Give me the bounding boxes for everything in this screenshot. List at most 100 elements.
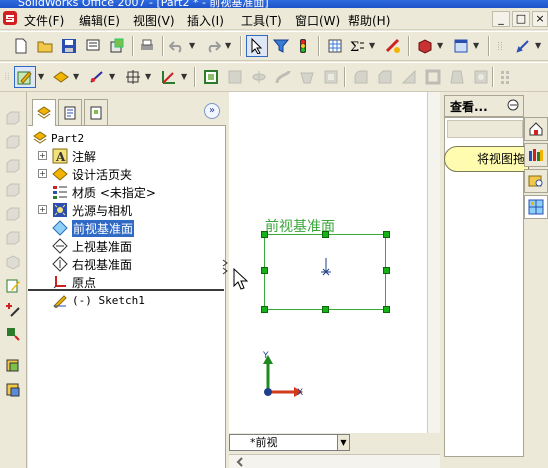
tab-design-library[interactable] [524, 143, 548, 167]
reference-geometry-icon[interactable] [158, 66, 180, 88]
sketch-dropdown-icon[interactable]: ▼ [38, 66, 46, 88]
tree-item-top-plane[interactable]: 上视基准面 [28, 237, 224, 255]
new-document-icon[interactable] [10, 35, 32, 57]
graphics-horizontal-scrollbar[interactable] [229, 454, 440, 468]
menu-help[interactable]: 帮助(H) [348, 12, 390, 29]
line-dropdown-icon[interactable]: ▼ [109, 66, 117, 88]
equations-icon[interactable]: Σ [346, 35, 368, 57]
plane-handle[interactable] [261, 306, 268, 313]
revolved-boss-icon[interactable] [248, 66, 270, 88]
line-tool-icon[interactable] [86, 66, 108, 88]
relations-dropdown-icon[interactable]: ▼ [145, 66, 153, 88]
task-pane-field[interactable] [447, 120, 523, 138]
menu-edit[interactable]: 编辑(E) [79, 12, 120, 29]
extruded-boss-icon[interactable] [224, 66, 246, 88]
reference-dropdown-icon[interactable]: ▼ [181, 66, 189, 88]
front-view-icon[interactable] [3, 108, 23, 128]
menu-window[interactable]: 窗口(W) [295, 12, 340, 29]
expand-toggle-icon[interactable]: + [38, 151, 47, 160]
collapse-panel-button[interactable]: » [204, 103, 220, 119]
photoworks-icon[interactable] [382, 35, 404, 57]
expand-toggle-icon[interactable]: + [38, 205, 47, 214]
display-style-dropdown-icon[interactable]: ▼ [473, 35, 481, 57]
smart-dimension-icon[interactable] [50, 66, 72, 88]
pin-icon[interactable] [506, 98, 520, 112]
view-palette-button[interactable]: 将视图拖 [444, 146, 529, 172]
toolbar-grip-icon[interactable] [494, 35, 506, 57]
back-view-icon[interactable] [3, 132, 23, 152]
undo-dropdown-icon[interactable]: ▼ [189, 35, 197, 57]
plane-handle[interactable] [383, 267, 390, 274]
tab-property-manager[interactable] [58, 99, 82, 125]
appearance-icon[interactable] [414, 35, 436, 57]
scroll-left-icon[interactable] [235, 457, 245, 467]
zoom-area-icon[interactable] [3, 380, 23, 400]
cut-extrude-icon[interactable] [320, 66, 342, 88]
tree-item-right-plane[interactable]: 右视基准面 [28, 255, 224, 273]
relations-icon[interactable] [122, 66, 144, 88]
tree-item-design-binder[interactable]: + 设计活页夹 [28, 165, 224, 183]
plane-handle[interactable] [383, 306, 390, 313]
plane-handle[interactable] [383, 231, 390, 238]
tree-item-material[interactable]: 材质 <未指定> [28, 183, 224, 201]
plane-handle[interactable] [322, 306, 329, 313]
close-button[interactable]: × [532, 11, 548, 27]
tree-item-front-plane[interactable]: 前视基准面 [28, 219, 224, 237]
tab-configuration-manager[interactable] [84, 99, 108, 125]
measure-dropdown-icon[interactable]: ▼ [535, 35, 543, 57]
select-filter-icon[interactable] [270, 35, 292, 57]
tree-root-part[interactable]: Part2 [28, 129, 224, 147]
rib-icon[interactable] [398, 66, 420, 88]
restore-button[interactable]: □ [512, 11, 530, 27]
options-icon[interactable] [324, 35, 346, 57]
menu-view[interactable]: 视图(V) [133, 12, 175, 29]
view-tab-dropdown-icon[interactable]: ▼ [337, 434, 350, 451]
shell-icon[interactable] [422, 66, 444, 88]
tree-item-annotations[interactable]: + A 注解 [28, 147, 224, 165]
redo-icon[interactable] [202, 35, 224, 57]
menu-insert[interactable]: 插入(I) [187, 12, 224, 29]
display-style-icon[interactable] [450, 35, 472, 57]
appearance-dropdown-icon[interactable]: ▼ [437, 35, 445, 57]
measure-icon[interactable] [512, 35, 534, 57]
plane-handle[interactable] [322, 231, 329, 238]
tab-view-palette[interactable] [524, 195, 548, 219]
left-view-icon[interactable] [3, 156, 23, 176]
plane-handle[interactable] [261, 231, 268, 238]
graphics-vertical-scrollbar[interactable] [427, 92, 440, 452]
add-relation-icon[interactable] [3, 300, 23, 320]
print-preview-icon[interactable] [82, 35, 104, 57]
display-relations-icon[interactable] [3, 324, 23, 344]
view-tab[interactable]: *前视 [229, 434, 349, 451]
dimension-dropdown-icon[interactable]: ▼ [73, 66, 81, 88]
panel-splitter-grip-icon[interactable] [222, 258, 228, 280]
chamfer-icon[interactable] [374, 66, 396, 88]
menu-tools[interactable]: 工具(T) [241, 12, 282, 29]
tab-resources[interactable] [524, 117, 548, 141]
minimize-button[interactable]: _ [492, 11, 510, 27]
rebuild-icon[interactable] [292, 35, 314, 57]
linear-pattern-icon[interactable] [496, 66, 518, 88]
bottom-view-icon[interactable] [3, 228, 23, 248]
fillet-icon[interactable] [350, 66, 372, 88]
expand-toggle-icon[interactable]: + [38, 169, 47, 178]
save-icon[interactable] [58, 35, 80, 57]
edit-sketch-icon[interactable] [3, 276, 23, 296]
plane-handle[interactable] [261, 267, 268, 274]
tree-item-sketch1[interactable]: (-) Sketch1 [28, 291, 224, 309]
zoom-fit-icon[interactable] [3, 356, 23, 376]
menu-file[interactable]: 文件(F) [24, 12, 64, 29]
undo-icon[interactable] [166, 35, 188, 57]
print-icon[interactable] [136, 35, 158, 57]
toolbar-grip-icon[interactable] [2, 66, 12, 88]
draft-icon[interactable] [446, 66, 468, 88]
open-folder-icon[interactable] [34, 35, 56, 57]
equations-dropdown-icon[interactable]: ▼ [369, 35, 377, 57]
sketch-icon[interactable] [14, 66, 36, 88]
tab-feature-tree[interactable] [32, 99, 56, 126]
exit-sketch-icon[interactable] [200, 66, 222, 88]
tab-file-explorer[interactable] [524, 169, 548, 193]
redo-dropdown-icon[interactable]: ▼ [225, 35, 233, 57]
swept-boss-icon[interactable] [272, 66, 294, 88]
select-arrow-icon[interactable] [246, 35, 268, 57]
